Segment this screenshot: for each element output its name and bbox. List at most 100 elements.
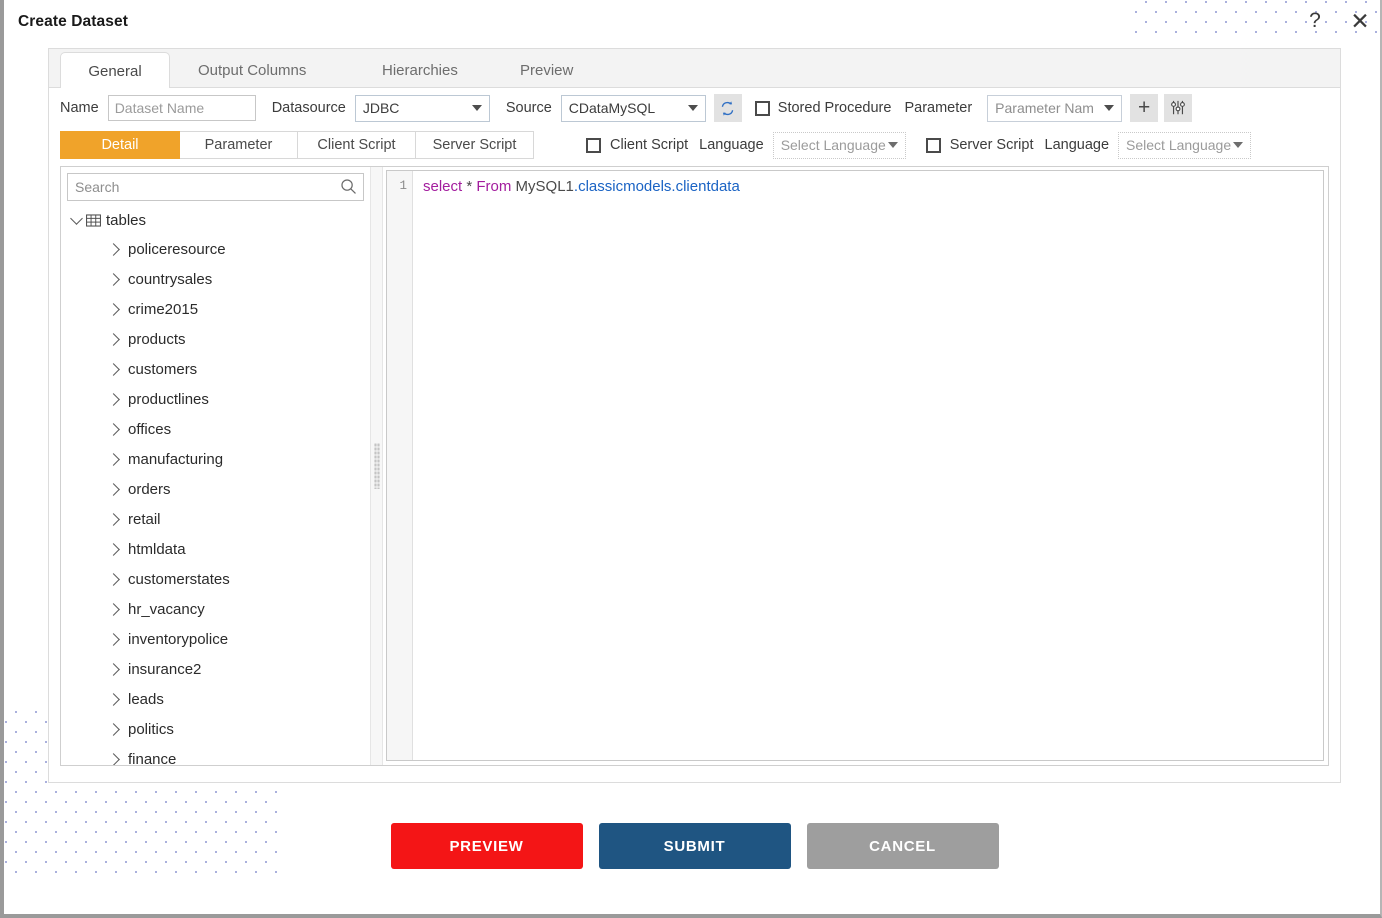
tree-node-label: countrysales (128, 270, 213, 288)
app-backdrop: Create Dataset ? ✕ General Output Column… (0, 0, 1382, 918)
subtab-client-script[interactable]: Client Script (298, 131, 416, 159)
tab-output-columns[interactable]: Output Columns (182, 53, 322, 88)
tab-output-columns-label: Output Columns (198, 62, 307, 79)
sliders-icon[interactable] (1164, 94, 1193, 122)
dataset-name-input[interactable] (107, 95, 256, 121)
tree-node[interactable]: offices (67, 414, 364, 444)
chevron-right-icon[interactable] (107, 302, 120, 316)
tree-node-label: orders (128, 480, 171, 498)
sql-code-text[interactable]: select * From MySQL1.classicmodels.clien… (413, 171, 1323, 760)
tree-node-label: politics (128, 720, 174, 738)
chevron-right-icon[interactable] (107, 632, 120, 646)
tab-general[interactable]: General (60, 52, 170, 89)
tree-node[interactable]: politics (67, 714, 364, 744)
chevron-right-icon[interactable] (107, 332, 120, 346)
line-number-gutter: 1 (387, 171, 413, 760)
tree-node[interactable]: countrysales (67, 264, 364, 294)
chevron-right-icon[interactable] (107, 722, 120, 736)
chevron-right-icon[interactable] (107, 692, 120, 706)
tab-strip: General Output Columns Hierarchies Previ… (49, 49, 1340, 89)
search-input[interactable] (67, 173, 364, 201)
chevron-right-icon[interactable] (107, 572, 120, 586)
client-language-value: Select Language (780, 137, 886, 153)
chevron-right-icon[interactable] (107, 392, 120, 406)
close-icon[interactable]: ✕ (1345, 6, 1375, 36)
subtab-server-script[interactable]: Server Script (416, 131, 534, 159)
tree-node[interactable]: leads (67, 684, 364, 714)
chevron-right-icon[interactable] (107, 362, 120, 376)
server-language-label: Language (1044, 137, 1110, 153)
sql-token-schema: MySQL1 (515, 178, 574, 195)
chevron-right-icon[interactable] (107, 752, 120, 765)
tree-node[interactable]: finance (67, 744, 364, 765)
tree-node-label: crime2015 (128, 300, 199, 318)
chevron-down-icon (1104, 105, 1115, 111)
plus-icon[interactable]: + (1130, 94, 1159, 122)
tree-node[interactable]: inventorypolice (67, 624, 364, 654)
sql-token-select: select (423, 178, 463, 195)
name-label: Name (60, 100, 99, 116)
chevron-right-icon[interactable] (107, 512, 120, 526)
tree-node[interactable]: htmldata (67, 534, 364, 564)
chevron-right-icon[interactable] (107, 482, 120, 496)
tree-node-list: policeresource countrysales crime2015 produ… (67, 234, 364, 765)
tree-node[interactable]: customerstates (67, 564, 364, 594)
chevron-right-icon[interactable] (107, 662, 120, 676)
parameter-name-value: Parameter Nam (995, 100, 1094, 116)
submit-button[interactable]: SUBMIT (598, 823, 791, 869)
tree-node-label: insurance2 (128, 660, 202, 678)
pane-splitter[interactable] (371, 167, 383, 765)
chevron-right-icon[interactable] (107, 452, 120, 466)
chevron-right-icon[interactable] (107, 242, 120, 256)
tab-preview[interactable]: Preview (504, 53, 589, 88)
chevron-right-icon[interactable] (107, 422, 120, 436)
chevron-down-icon (1233, 142, 1244, 148)
tree-node[interactable]: products (67, 324, 364, 354)
server-language-select[interactable]: Select Language (1118, 131, 1252, 159)
tree-node[interactable]: customers (67, 354, 364, 384)
client-script-checkbox[interactable] (586, 137, 601, 153)
tree-node[interactable]: insurance2 (67, 654, 364, 684)
backdrop-mask-footer (4, 876, 1380, 914)
schema-tree-pane: tables policeresource countrysales crime20… (61, 167, 371, 765)
stored-procedure-checkbox[interactable] (754, 100, 770, 116)
preview-button[interactable]: PREVIEW (390, 823, 583, 869)
tree-node-label: manufacturing (128, 450, 224, 468)
tab-hierarchies[interactable]: Hierarchies (366, 53, 474, 88)
source-select[interactable]: CDataMySQL (560, 94, 706, 122)
stored-procedure-label: Stored Procedure (777, 100, 892, 116)
tree-node[interactable]: productlines (67, 384, 364, 414)
subtab-detail-label: Detail (101, 137, 139, 153)
parameter-name-select[interactable]: Parameter Nam (987, 94, 1123, 122)
dataset-form-row: Name Datasource JDBC Source CDataMySQL (49, 88, 1340, 128)
chevron-down-icon (887, 142, 898, 148)
datasource-select[interactable]: JDBC (354, 94, 490, 122)
tree-node[interactable]: manufacturing (67, 444, 364, 474)
line-number: 1 (399, 179, 407, 193)
server-script-checkbox[interactable] (925, 137, 941, 153)
chevron-right-icon[interactable] (107, 602, 120, 616)
chevron-right-icon[interactable] (107, 542, 120, 556)
server-language-value: Select Language (1126, 137, 1232, 153)
refresh-icon[interactable] (713, 94, 742, 122)
tree-node[interactable]: crime2015 (67, 294, 364, 324)
server-script-label: Server Script (949, 137, 1034, 153)
tree-node-label: hr_vacancy (128, 600, 205, 618)
subtab-parameter[interactable]: Parameter (180, 131, 298, 159)
tree-node[interactable]: retail (67, 504, 364, 534)
sql-editor[interactable]: 1 select * From MySQL1.classicmodels.cli… (386, 170, 1324, 761)
help-icon[interactable]: ? (1300, 6, 1330, 36)
tree-root-tables[interactable]: tables (67, 207, 364, 234)
cancel-button[interactable]: CANCEL (806, 823, 999, 869)
tree-node[interactable]: policeresource (67, 234, 364, 264)
dialog-title-bar: Create Dataset ? ✕ (4, 0, 1380, 40)
tree-node[interactable]: orders (67, 474, 364, 504)
client-language-select[interactable]: Select Language (772, 131, 906, 159)
chevron-right-icon[interactable] (107, 272, 120, 286)
tree-node-label: inventorypolice (128, 630, 229, 648)
chevron-down-icon (471, 105, 482, 111)
subtab-detail[interactable]: Detail (60, 131, 180, 159)
tree-node[interactable]: hr_vacancy (67, 594, 364, 624)
source-label: Source (505, 100, 552, 116)
subtab-server-script-label: Server Script (432, 137, 517, 153)
